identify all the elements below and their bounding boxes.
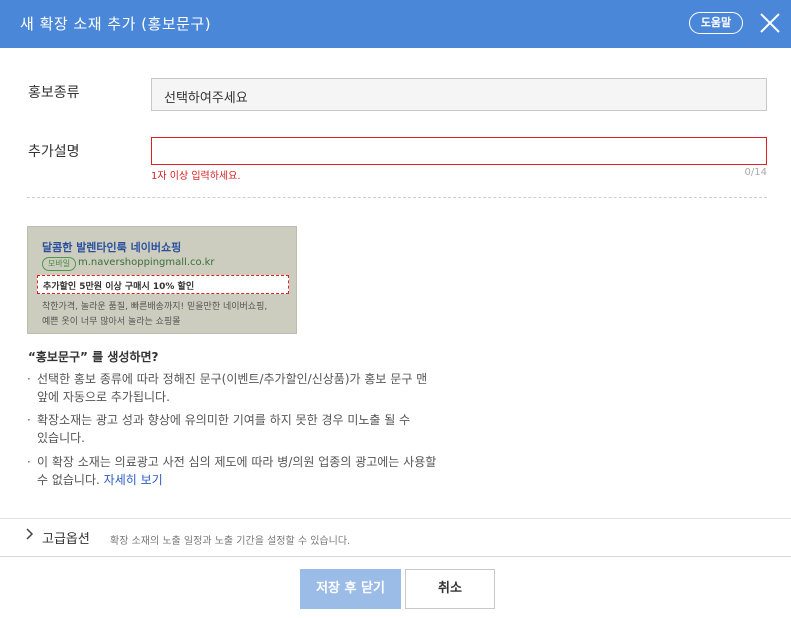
info-bullet-text: 수 없습니다. — [37, 473, 100, 487]
ad-preview: 달콤한 발렌타인룩 네이버쇼핑 모바일 m.navershoppingmall.… — [27, 226, 297, 334]
preview-desc-line: 예쁜 옷이 너무 많아서 놀라는 쇼핑몰 — [42, 317, 181, 327]
promo-type-select[interactable]: 선택하여주세요 — [151, 78, 767, 111]
info-bullet-line: 있습니다. — [37, 431, 85, 445]
close-icon — [760, 13, 780, 33]
info-bullet-line: 앞에 자동으로 추가됩니다. — [37, 390, 170, 404]
info-bullet: 이 확장 소재는 의료광고 사전 심의 제도에 따라 병/의원 업종의 광고에는… — [27, 453, 477, 489]
chevron-right-icon — [26, 528, 34, 540]
dialog-title: 새 확장 소재 추가 (홍보문구) — [20, 15, 212, 33]
preview-title: 달콤한 발렌타인룩 네이버쇼핑 — [42, 241, 182, 254]
save-close-button[interactable]: 저장 후 닫기 — [300, 569, 401, 609]
add-desc-label: 추가설명 — [28, 144, 80, 160]
help-button[interactable]: 도움말 — [689, 12, 743, 34]
preview-desc-line: 착한가격, 놀라운 품질, 빠른배송까지! 믿을만한 네이버쇼핑, — [42, 302, 268, 312]
info-bullet: 선택한 홍보 종류에 따라 정해진 문구(이벤트/추가할인/신상품)가 홍보 문… — [27, 370, 477, 406]
divider — [0, 518, 791, 519]
promo-type-label: 홍보종류 — [28, 85, 80, 101]
section-divider — [27, 197, 767, 198]
info-bullet: 확장소재는 광고 성과 향상에 유의미한 기여를 하지 못한 경우 미노출 될 … — [27, 411, 477, 447]
divider — [0, 556, 791, 557]
mobile-badge: 모바일 — [42, 257, 77, 271]
info-bullet-line: 확장소재는 광고 성과 향상에 유의미한 기여를 하지 못한 경우 미노출 될 … — [37, 413, 411, 427]
info-bullet-line: 이 확장 소재는 의료광고 사전 심의 제도에 따라 병/의원 업종의 광고에는… — [37, 455, 437, 469]
info-heading: “홍보문구” 를 생성하면? — [28, 350, 159, 364]
dialog-header: 새 확장 소재 추가 (홍보문구) 도움말 — [0, 0, 791, 48]
detail-link[interactable]: 자세히 보기 — [104, 473, 163, 487]
cancel-button[interactable]: 취소 — [405, 569, 495, 609]
info-bullet-line: 수 없습니다. 자세히 보기 — [37, 471, 477, 489]
error-message: 1자 이상 입력하세요. — [151, 171, 241, 182]
info-bullet-line: 선택한 홍보 종류에 따라 정해진 문구(이벤트/추가할인/신상품)가 홍보 문… — [37, 372, 428, 386]
advanced-options-desc: 확장 소재의 노출 일정과 노출 기간을 설정할 수 있습니다. — [110, 536, 351, 547]
preview-promo-text: 추가할인 5만원 이상 구매시 10% 할인 — [37, 275, 289, 294]
add-desc-input[interactable] — [151, 137, 767, 165]
advanced-toggle[interactable] — [26, 528, 34, 543]
preview-url: m.navershoppingmall.co.kr — [78, 257, 215, 268]
advanced-options-label[interactable]: 고급옵션 — [42, 528, 90, 547]
char-counter: 0/14 — [744, 167, 767, 178]
close-button[interactable] — [758, 11, 782, 35]
